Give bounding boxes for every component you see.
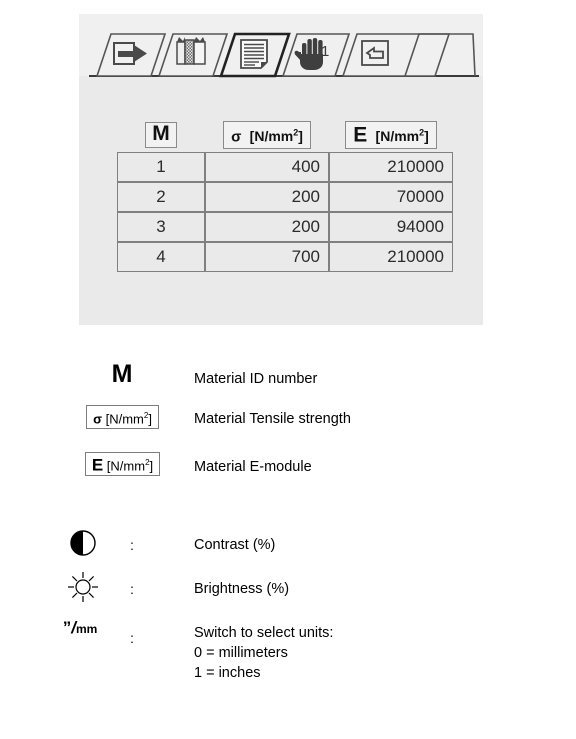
cell-material-id[interactable]: 2 [117,182,205,212]
tabstrip: 1 [89,28,479,78]
legend-symbol-emodule: E [N/mm2] [60,452,185,477]
header-cell-material-id: M [117,118,205,152]
cell-material-id[interactable]: 1 [117,152,205,182]
cell-emodule[interactable]: 210000 [329,152,453,182]
header-cell-emodule: E [N/mm2] [329,118,453,152]
cell-sigma[interactable]: 700 [205,242,329,272]
contrast-icon [70,530,96,556]
legend-description: Switch to select units: 0 = millimeters … [194,625,334,681]
table-row[interactable]: 4 700 210000 [117,242,453,272]
header-cell-sigma: σ [N/mm2] [205,118,329,152]
material-table[interactable]: M σ [N/mm2] E [N/mm2] 1 400 210000 2 200… [117,118,453,272]
header-symbol-sigma: σ [231,128,242,146]
legend-symbol-brightness [48,570,118,609]
legend-symbol-sigma: σ [N/mm2] [60,405,185,430]
tab-enter[interactable] [341,33,451,77]
table-row[interactable]: 3 200 94000 [117,212,453,242]
header-symbol-e: E [353,123,368,147]
lined-document-icon [240,39,268,69]
cell-sigma[interactable]: 200 [205,182,329,212]
legend-description: Material E-module [194,459,312,475]
cell-emodule[interactable]: 94000 [329,212,453,242]
cell-emodule[interactable]: 210000 [329,242,453,272]
cell-material-id[interactable]: 4 [117,242,205,272]
cell-emodule[interactable]: 70000 [329,182,453,212]
legend-symbol-m-text: M [111,360,134,388]
tab-enter-number: 1 [321,43,330,60]
legend-description: Contrast (%) [194,537,276,553]
table-row[interactable]: 1 400 210000 [117,152,453,182]
legend-colon: : [130,537,134,553]
cell-sigma[interactable]: 400 [205,152,329,182]
brightness-icon [68,572,98,602]
legend-colon: : [130,630,134,646]
legend-description: Brightness (%) [194,581,290,597]
header-symbol-m: M [152,122,170,145]
legend-description: Material Tensile strength [194,411,351,427]
inch-per-mm-icon: ”/mm [62,618,98,637]
return-arrow-box-icon [361,40,389,66]
legend-colon: : [130,581,134,597]
legend-symbol-contrast [48,527,118,564]
layers-hatched-icon [176,37,206,65]
table-header-row: M σ [N/mm2] E [N/mm2] [117,118,453,152]
cell-sigma[interactable]: 200 [205,212,329,242]
tab-goto[interactable] [95,33,167,77]
header-unit-sigma: [N/mm2] [245,127,303,145]
tab-document[interactable] [219,32,291,78]
cell-material-id[interactable]: 3 [117,212,205,242]
legend-description: Material ID number [194,371,318,387]
legend-symbol-material-id: M [60,360,185,389]
tab-materials[interactable] [157,33,229,77]
device-panel: 1 M σ [N/mm2] E [N/mm2] 1 400 210000 2 2… [79,14,483,325]
legend-symbol-units: ”/mm [40,618,120,638]
table-row[interactable]: 2 200 70000 [117,182,453,212]
tab-hand[interactable] [281,33,351,77]
header-unit-emodule: [N/mm2] [371,127,429,145]
